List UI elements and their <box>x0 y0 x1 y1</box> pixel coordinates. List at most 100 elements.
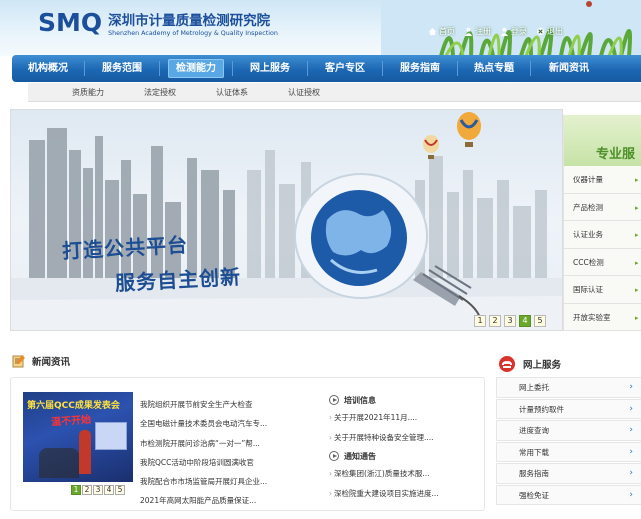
nav-item-testing-capability[interactable]: 检测能力 <box>160 55 232 82</box>
arrow-right-icon: › <box>629 425 633 435</box>
top-link-logout[interactable]: 退出 <box>536 26 563 37</box>
service-item-label: 仪器计量 <box>573 175 603 184</box>
subnav-item-qualification[interactable]: 资质能力 <box>72 87 104 98</box>
nav-item-online-service[interactable]: 网上服务 <box>233 55 307 82</box>
site-header: SMQ 深圳市计量质量检测研究院 Shenzhen Academy of Met… <box>0 0 641 56</box>
news-item[interactable]: 2021年高网太阳能产品质量保证... <box>140 491 300 510</box>
notice-item[interactable]: 深检集团(浙江)质量技术服... <box>329 464 479 484</box>
arrow-right-icon: ▸ <box>635 231 639 239</box>
service-item-product-testing[interactable]: 产品检测 ▸ <box>564 193 641 221</box>
training-title: 培训信息 <box>344 395 376 405</box>
subnav-item-certification-authorization[interactable]: 认证授权 <box>288 87 320 98</box>
logo-mark: SMQ <box>38 8 103 37</box>
news-page-button[interactable]: 5 <box>115 485 125 495</box>
news-thumbnail[interactable]: 第六届QCC成果发表会 温不开始 <box>23 392 133 482</box>
banner-page-button-active[interactable]: 4 <box>519 315 531 327</box>
nav-item-service-scope[interactable]: 服务范围 <box>85 55 159 82</box>
thumbnail-banner-text: 温不开始 <box>50 414 92 429</box>
news-page-button[interactable]: 2 <box>82 485 92 495</box>
online-item-downloads[interactable]: 常用下载 › <box>496 441 641 462</box>
nav-label: 客户专区 <box>325 63 365 74</box>
news-pager: 1 2 3 4 5 <box>71 485 125 495</box>
top-link-register[interactable]: 注册 <box>464 26 491 37</box>
online-item-progress-query[interactable]: 进度查询 › <box>496 420 641 441</box>
service-item-label: 国际认证 <box>573 285 603 294</box>
nav-label: 热点专题 <box>474 63 514 74</box>
nav-label: 新闻资讯 <box>549 63 589 74</box>
notice-heading[interactable]: 通知通告 <box>329 448 479 464</box>
top-link-home[interactable]: 首页 <box>428 26 455 37</box>
nav-item-customer-zone[interactable]: 客户专区 <box>308 55 382 82</box>
play-circle-icon <box>329 395 339 405</box>
service-item-ccc-testing[interactable]: CCC检测 ▸ <box>564 248 641 276</box>
nav-item-about[interactable]: 机构概况 <box>12 55 84 82</box>
sub-nav: 资质能力 法定授权 认证体系 认证授权 <box>28 83 641 102</box>
news-list: 我院组织开展节前安全生产大检查 全国电磁计量技术委员会电动汽车专... 市检测院… <box>140 395 300 511</box>
online-service-heading: 网上服务 <box>497 356 561 372</box>
service-item-open-lab[interactable]: 开放实验室 ▸ <box>564 303 641 331</box>
news-item[interactable]: 我院配合市市场监管局开展灯具企业... <box>140 472 300 491</box>
online-item-service-guide[interactable]: 服务指南 › <box>496 463 641 484</box>
notice-title: 通知通告 <box>344 451 376 461</box>
banner-page-button[interactable]: 1 <box>474 315 486 327</box>
telephone-icon <box>499 356 515 372</box>
subnav-item-certification-system[interactable]: 认证体系 <box>216 87 248 98</box>
online-item-entrust[interactable]: 网上委托 › <box>496 377 641 398</box>
service-item-certification[interactable]: 认证业务 ▸ <box>564 221 641 249</box>
news-section-title: 新闻资讯 <box>32 357 71 368</box>
nav-item-hot-topics[interactable]: 热点专题 <box>458 55 530 82</box>
audience-shape <box>39 448 79 478</box>
banner-page-button[interactable]: 2 <box>489 315 501 327</box>
online-item-metrology-pickup[interactable]: 计量预约取件 › <box>496 398 641 419</box>
user-icon <box>500 27 509 36</box>
online-item-label: 网上委托 <box>519 383 549 392</box>
service-item-label: 开放实验室 <box>573 312 611 322</box>
online-item-mandatory-exempt[interactable]: 强检免证 › <box>496 484 641 505</box>
service-item-label: 认证业务 <box>573 230 603 239</box>
online-service-list: 网上委托 › 计量预约取件 › 进度查询 › 常用下载 › 服务指南 › 强检免证 › <box>496 377 641 511</box>
main-nav: 机构概况 服务范围 检测能力 网上服务 客户专区 服务指南 热点专题 新闻资讯 <box>12 55 641 82</box>
service-item-label: 产品检测 <box>573 202 603 212</box>
arrow-right-icon: › <box>629 403 633 414</box>
nav-label: 机构概况 <box>28 63 68 74</box>
subnav-item-legal-authorization[interactable]: 法定授权 <box>144 87 176 98</box>
training-heading[interactable]: 培训信息 <box>329 392 479 408</box>
nav-label: 服务范围 <box>102 63 142 74</box>
notice-item[interactable]: 深检院重大建设项目实施进度... <box>329 484 479 504</box>
nav-label: 检测能力 <box>168 59 224 78</box>
service-panel-header: 专业服 <box>564 115 641 166</box>
site-logo[interactable]: SMQ 深圳市计量质量检测研究院 Shenzhen Academy of Met… <box>38 8 278 37</box>
banner-page-button[interactable]: 3 <box>504 315 516 327</box>
news-item[interactable]: 我院QCC活动中阶段培训圆满收官 <box>140 453 300 472</box>
service-item-international-certification[interactable]: 国际认证 ▸ <box>564 276 641 304</box>
nav-item-news[interactable]: 新闻资讯 <box>531 55 607 82</box>
news-page-button-active[interactable]: 1 <box>71 485 81 495</box>
nav-label: 网上服务 <box>250 63 290 74</box>
news-item[interactable]: 我院组织开展节前安全生产大检查 <box>140 395 300 414</box>
exit-icon <box>536 27 545 36</box>
professional-service-panel: 专业服 仪器计量 ▸ 产品检测 ▸ 认证业务 ▸ CCC检测 ▸ 国际认证 ▸ 开放实验室… <box>563 115 641 331</box>
arrow-right-icon: › <box>629 446 633 457</box>
service-item-label: CCC检测 <box>573 257 604 267</box>
top-link-label: 登录 <box>511 27 527 36</box>
presenter-shape <box>79 430 91 474</box>
news-page-button[interactable]: 3 <box>93 485 103 495</box>
training-item[interactable]: 关于开展特种设备安全管理.... <box>329 428 479 448</box>
training-item[interactable]: 关于开展2021年11月.... <box>329 408 479 428</box>
arrow-right-icon: ▸ <box>635 286 639 294</box>
news-icon <box>12 355 25 368</box>
banner-page-button[interactable]: 5 <box>534 315 546 327</box>
news-page-button[interactable]: 4 <box>104 485 114 495</box>
nav-item-service-guide[interactable]: 服务指南 <box>383 55 457 82</box>
news-item[interactable]: 市检测院开展问诊治病“一对一”帮... <box>140 434 300 453</box>
service-item-instrument-metrology[interactable]: 仪器计量 ▸ <box>564 166 641 194</box>
news-item[interactable]: 全国电磁计量技术委员会电动汽车专... <box>140 414 300 433</box>
news-section-heading: 新闻资讯 <box>12 354 70 368</box>
online-item-label: 进度查询 <box>519 426 549 435</box>
hero-banner[interactable]: 打造公共平台 服务自主创新 1 2 3 4 5 <box>10 109 563 331</box>
arrow-right-icon: ▸ <box>635 258 639 267</box>
org-name-cn: 深圳市计量质量检测研究院 <box>108 12 271 29</box>
banner-pager: 1 2 3 4 5 <box>474 315 546 327</box>
online-service-title: 网上服务 <box>523 360 562 371</box>
top-link-login[interactable]: 登录 <box>500 26 527 37</box>
